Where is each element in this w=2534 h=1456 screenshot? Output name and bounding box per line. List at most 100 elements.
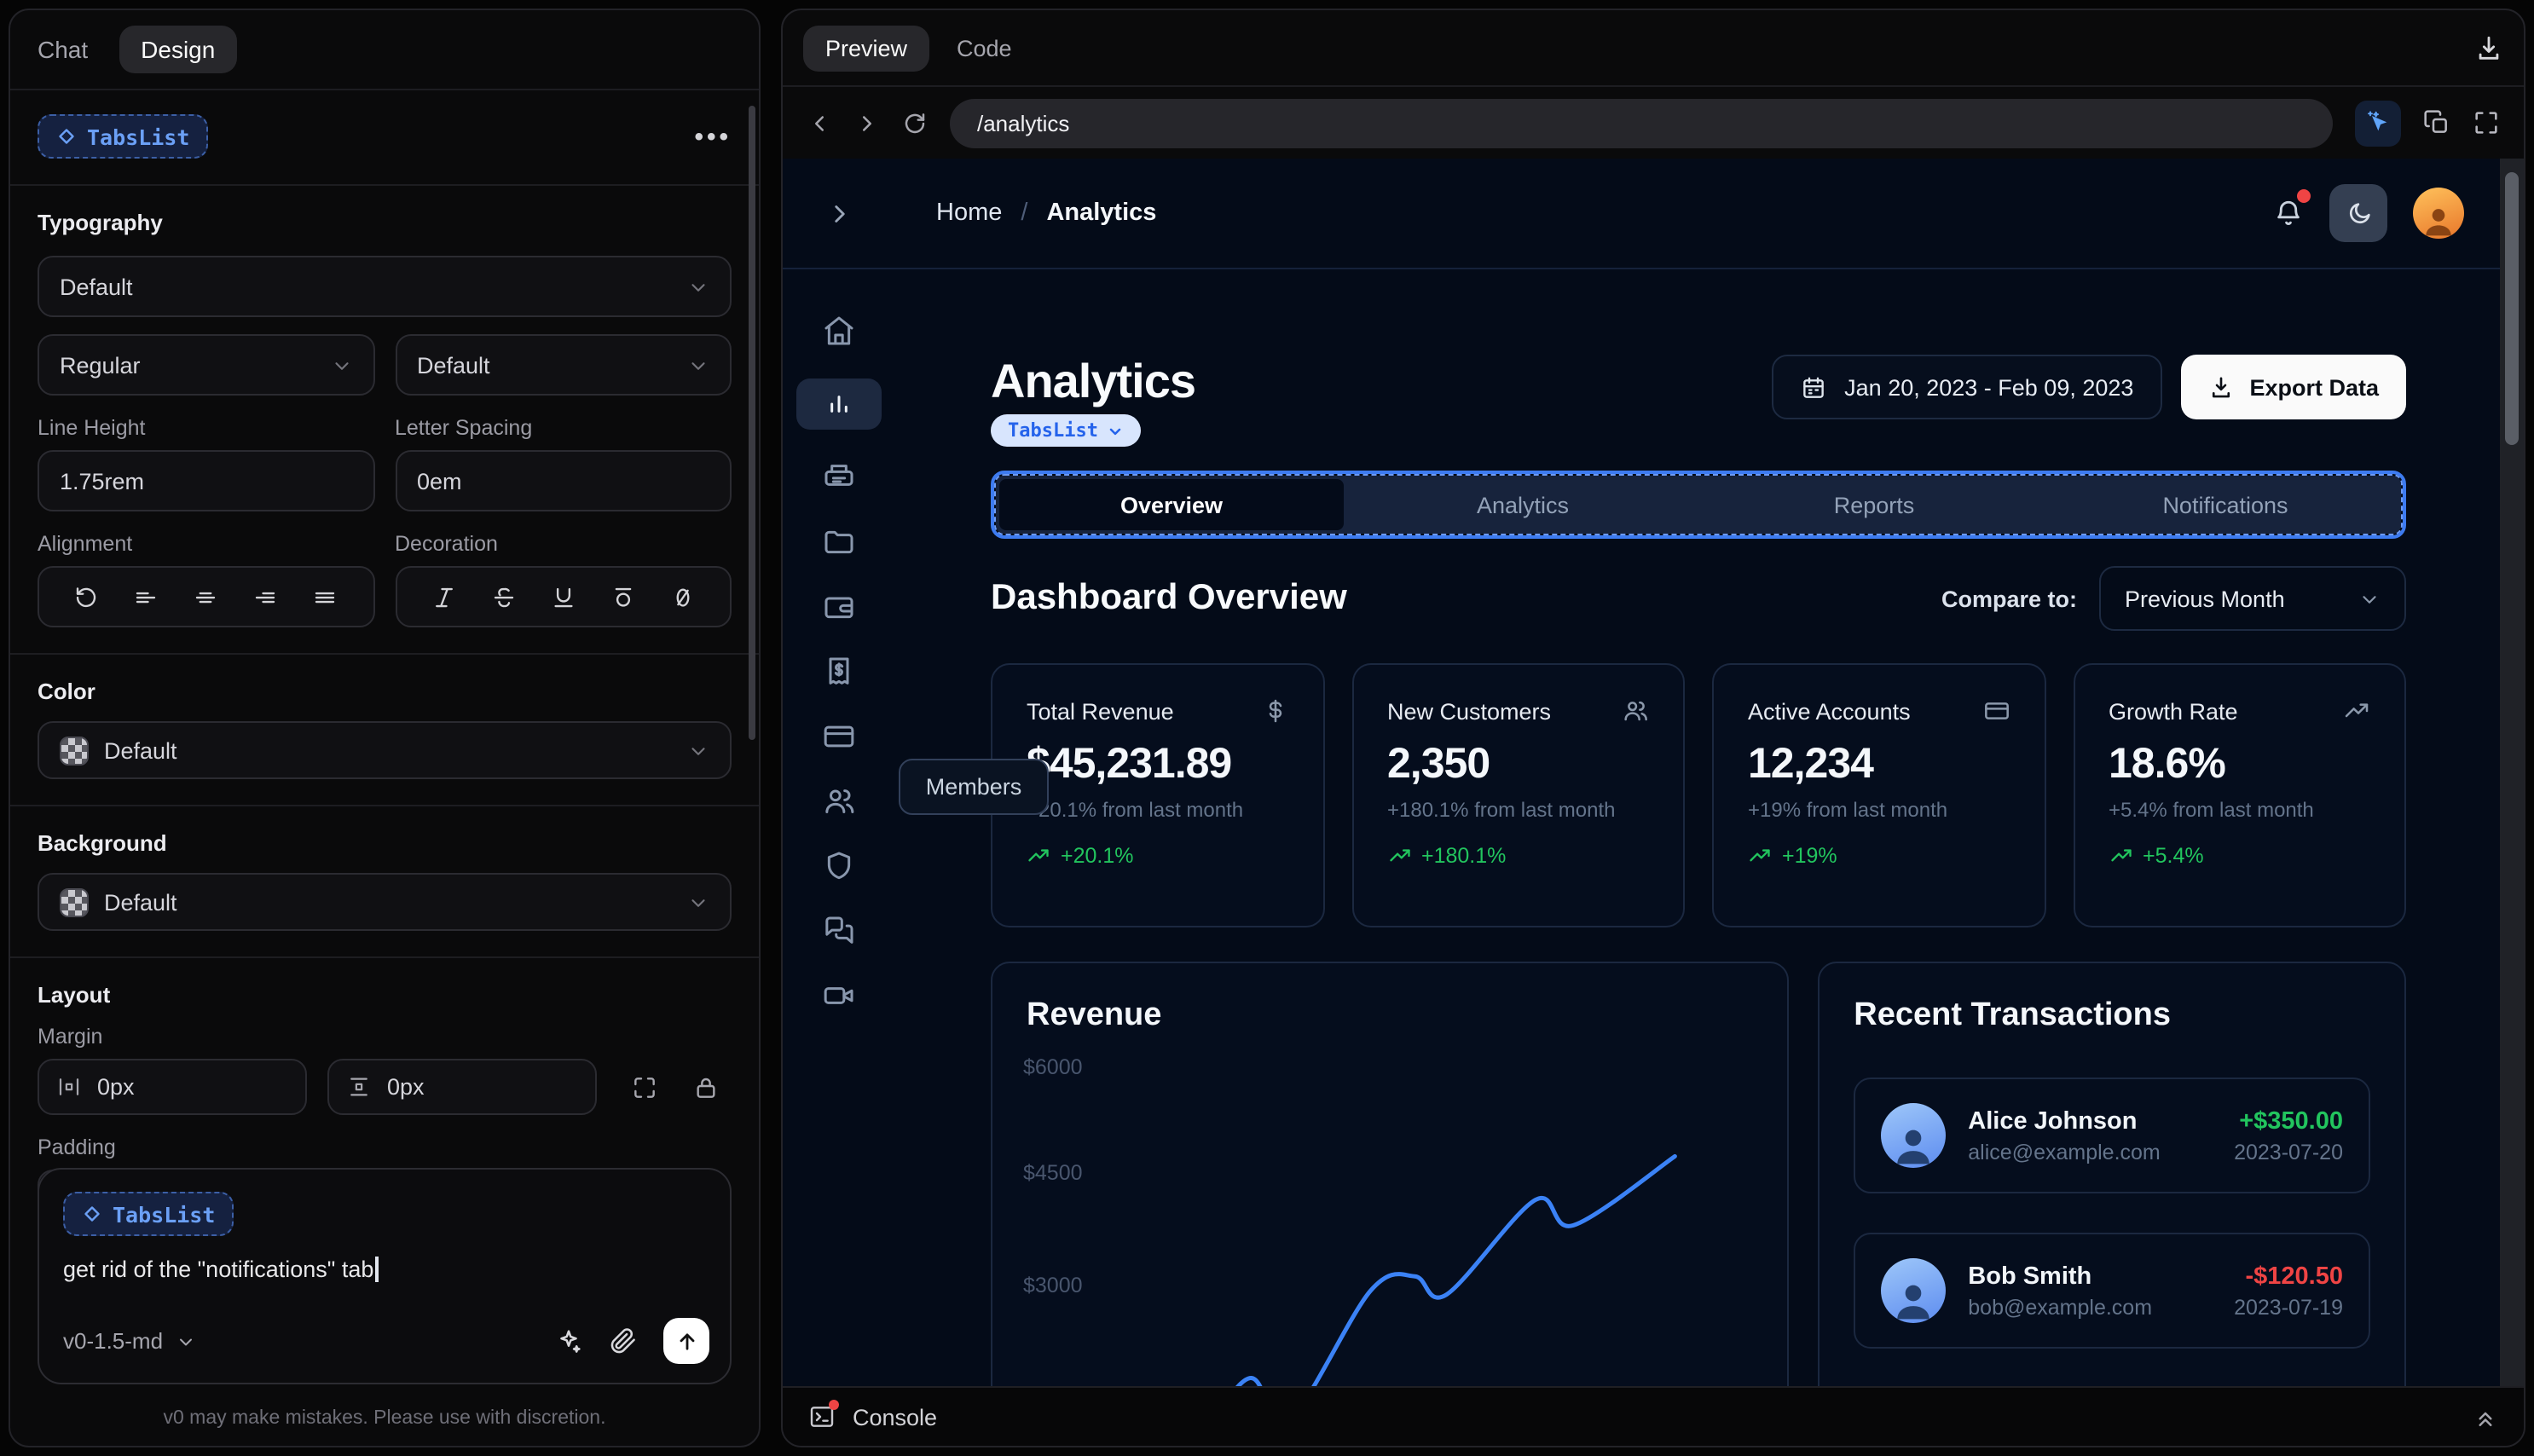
printer-icon[interactable] (822, 460, 856, 494)
selected-component-chip[interactable]: TabsList (38, 114, 209, 159)
italic-icon[interactable] (431, 584, 456, 610)
send-button[interactable] (663, 1318, 709, 1364)
chevrons-up-icon[interactable] (2473, 1404, 2498, 1430)
chevron-down-icon (2358, 587, 2381, 610)
console-label: Console (853, 1404, 938, 1430)
revenue-chart-title: Revenue (1027, 997, 1162, 1033)
date-range-button[interactable]: Jan 20, 2023 - Feb 09, 2023 (1771, 355, 2163, 419)
sidebar-item-analytics-active[interactable] (796, 378, 882, 430)
background-select[interactable]: Default (38, 873, 732, 931)
composer-component-chip[interactable]: TabsList (63, 1192, 234, 1236)
user-avatar[interactable] (2413, 188, 2464, 239)
compare-select[interactable]: Previous Month (2099, 566, 2406, 631)
align-center-icon[interactable] (193, 584, 218, 610)
users-icon (1624, 701, 1647, 721)
video-icon[interactable] (822, 979, 856, 1013)
letter-spacing-input[interactable]: 0em (395, 450, 732, 511)
lock-values-button[interactable] (692, 1073, 720, 1101)
diamond-icon (59, 129, 74, 144)
font-weight-select[interactable]: Regular (38, 334, 374, 396)
trending-up-icon (1389, 849, 1409, 862)
color-select[interactable]: Default (38, 721, 732, 779)
line-height-input[interactable]: 1.75rem (38, 450, 374, 511)
breadcrumb-separator: / (1021, 199, 1028, 227)
strikethrough-icon[interactable] (490, 584, 516, 610)
folder-icon[interactable] (822, 525, 856, 559)
download-button[interactable] (2474, 33, 2503, 62)
margin-x-input[interactable]: 0px (38, 1059, 307, 1115)
color-section-label: Color (38, 679, 95, 704)
prompt-input[interactable]: get rid of the "notifications" tab (63, 1257, 706, 1282)
text-caret (375, 1257, 379, 1282)
decoration-label: Decoration (395, 532, 498, 556)
export-data-button[interactable]: Export Data (2181, 355, 2406, 419)
margin-y-input[interactable]: 0px (327, 1059, 597, 1115)
tab-notifications[interactable]: Notifications (2050, 476, 2401, 534)
transaction-amount: -$120.50 (2245, 1262, 2344, 1290)
tab-chat[interactable]: Chat (38, 36, 88, 63)
align-left-icon[interactable] (133, 584, 159, 610)
wallet-icon[interactable] (822, 590, 856, 624)
tab-reports[interactable]: Reports (1698, 476, 2050, 534)
font-size-select[interactable]: Default (395, 334, 732, 396)
model-select[interactable]: v0-1.5-md (63, 1328, 195, 1354)
font-family-select[interactable]: Default (38, 256, 732, 317)
terminal-icon (808, 1400, 839, 1430)
tab-overview[interactable]: Overview (999, 479, 1344, 530)
line-height-label: Line Height (38, 416, 146, 440)
sparkles-icon[interactable] (554, 1326, 583, 1355)
no-decoration-icon[interactable] (670, 584, 696, 610)
users-icon[interactable] (822, 784, 856, 818)
align-right-icon[interactable] (253, 584, 279, 610)
messages-icon[interactable] (822, 914, 856, 948)
scrollbar-thumb[interactable] (2505, 172, 2519, 445)
underline-icon[interactable] (550, 584, 576, 610)
forward-button[interactable] (854, 110, 880, 136)
shield-icon[interactable] (822, 849, 856, 883)
prompt-composer[interactable]: TabsList get rid of the "notifications" … (38, 1168, 732, 1384)
diamond-icon (84, 1206, 100, 1222)
theme-toggle-button[interactable] (2329, 184, 2387, 242)
overline-icon[interactable] (610, 584, 636, 610)
tab-analytics[interactable]: Analytics (1347, 476, 1698, 534)
avatar (1881, 1258, 1947, 1323)
selected-component-badge[interactable]: TabsList (991, 414, 1141, 447)
credit-card-icon[interactable] (822, 719, 856, 754)
preview-panel: Preview Code /analytics Home / Analytics (781, 9, 2525, 1447)
console-bar[interactable]: Console (783, 1386, 2524, 1446)
trending-up-icon (2110, 849, 2131, 862)
chevron-down-icon (1109, 427, 1121, 435)
url-input[interactable]: /analytics (950, 98, 2333, 147)
breadcrumb-home[interactable]: Home (936, 199, 1002, 227)
copy-button[interactable] (2423, 109, 2450, 136)
download-icon (2213, 376, 2230, 397)
home-icon[interactable] (822, 314, 856, 348)
tab-preview[interactable]: Preview (803, 25, 930, 71)
refresh-button[interactable] (902, 110, 928, 136)
reset-undo-icon[interactable] (73, 584, 99, 610)
fullscreen-button[interactable] (2473, 109, 2500, 136)
revenue-chart-card: Revenue $6000 $4500 $3000 (991, 962, 1790, 1386)
preview-scrollbar[interactable] (2500, 159, 2524, 1386)
transaction-row[interactable]: Bob Smith bob@example.com -$120.50 2023-… (1854, 1233, 2370, 1349)
dollar-sign-icon (1268, 699, 1281, 723)
back-button[interactable] (807, 110, 832, 136)
notifications-bell-button[interactable] (2273, 189, 2311, 228)
trending-up-icon (2345, 703, 2369, 718)
page-title: Analytics (991, 355, 1196, 407)
align-justify-icon[interactable] (313, 584, 338, 610)
more-options-button[interactable]: ••• (694, 122, 732, 151)
tab-design[interactable]: Design (119, 26, 238, 73)
transparent-swatch-icon (60, 887, 89, 916)
sidebar-toggle-button[interactable] (825, 199, 854, 228)
left-panel-scrollbar[interactable] (749, 106, 755, 740)
chevron-down-icon (687, 275, 709, 298)
paperclip-icon[interactable] (609, 1326, 638, 1355)
y-axis-tick: $6000 (1023, 1055, 1083, 1079)
receipt-icon[interactable] (822, 655, 856, 689)
tab-code[interactable]: Code (957, 35, 1012, 61)
expand-values-button[interactable] (631, 1073, 658, 1101)
console-notification-dot (829, 1400, 839, 1410)
design-mode-cursor-button[interactable] (2355, 100, 2401, 146)
transaction-row[interactable]: Alice Johnson alice@example.com +$350.00… (1854, 1078, 2370, 1193)
